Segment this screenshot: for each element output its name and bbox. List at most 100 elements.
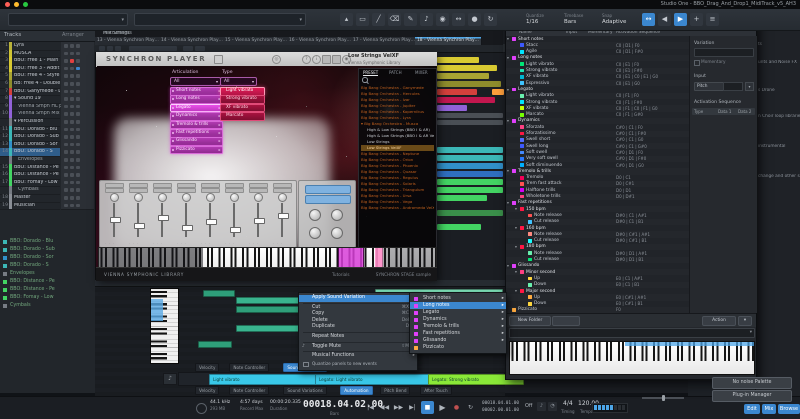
folder-arrow-icon[interactable]: ▾	[515, 269, 517, 274]
submenu-item[interactable]: Dynamics▸	[410, 316, 506, 323]
mixer-strip[interactable]: · · ·	[175, 183, 197, 245]
mini-button[interactable]	[76, 44, 80, 48]
midi-note[interactable]	[203, 290, 235, 297]
performance-icon[interactable]	[196, 403, 207, 414]
type-button[interactable]: Strong vibrato	[220, 95, 265, 104]
sv-keyboard[interactable]	[509, 341, 755, 375]
palette-button[interactable]: No noise Palette	[712, 377, 792, 389]
mini-button[interactable]	[70, 82, 74, 86]
listen-tool-icon[interactable]: ◉	[436, 13, 449, 26]
mini-button[interactable]	[64, 135, 68, 139]
arrangement-clip[interactable]	[437, 195, 487, 201]
menu-checkbox[interactable]	[303, 362, 309, 368]
instrument-tab[interactable]: 18 - Vienna Synchron Player 18	[415, 37, 482, 45]
folder-arrow-icon[interactable]: ▾	[507, 263, 509, 268]
maximize-window-icon[interactable]	[23, 2, 28, 7]
channel-row[interactable]: BBO: Dorado - Sor	[0, 254, 95, 262]
menu-item[interactable]: Apply Sound Variation▸	[299, 295, 417, 302]
help-icon[interactable]: ?	[302, 55, 311, 64]
arrangement-clip[interactable]	[437, 120, 503, 125]
forward-button[interactable]: ▶▶	[392, 401, 405, 414]
channel-row[interactable]: BBO: Dorado - Blu	[0, 238, 95, 246]
fader-handle[interactable]	[278, 213, 289, 219]
lane-tab[interactable]: Sound Variations	[283, 386, 326, 395]
master-knob-1[interactable]	[309, 209, 321, 221]
range-tool-icon[interactable]: ▭	[356, 13, 369, 26]
sound-variation-block[interactable]: Legato: Light vibrato	[315, 374, 431, 385]
mini-button[interactable]	[70, 59, 74, 63]
bend-tool-icon[interactable]: ↔	[452, 13, 465, 26]
punch-status[interactable]: Off	[525, 403, 532, 409]
preroll-icon[interactable]: ◔	[548, 402, 557, 411]
arrangement-clip[interactable]	[437, 163, 503, 169]
mini-button[interactable]	[76, 105, 80, 109]
mini-button[interactable]	[64, 67, 68, 71]
momentary-checkbox[interactable]	[694, 60, 700, 66]
record-button[interactable]: ●	[450, 401, 463, 414]
go-to-end-button[interactable]: ▶|	[406, 401, 419, 414]
editor-ruler[interactable]	[95, 280, 505, 287]
mini-button[interactable]	[64, 82, 68, 86]
mini-button[interactable]	[64, 181, 68, 185]
variation-name-input[interactable]	[694, 48, 754, 57]
view-button-mix[interactable]: Mix	[762, 404, 776, 414]
mixer-strip[interactable]: · · ·	[199, 183, 221, 245]
arrangement-clip[interactable]	[492, 89, 504, 95]
footer-tutorials-link[interactable]: Tutorials	[332, 272, 350, 277]
folder-arrow-icon[interactable]: ▾	[507, 36, 509, 41]
toolbar-dropdown-left[interactable]: ▾	[8, 13, 128, 26]
folder-arrow-icon[interactable]: ▾	[515, 244, 517, 249]
keyswitch-zone[interactable]	[338, 248, 364, 267]
arrangement-clip[interactable]	[437, 171, 503, 177]
mini-button[interactable]	[76, 135, 80, 139]
mini-button[interactable]	[64, 188, 68, 192]
arrangement-clip[interactable]	[437, 57, 479, 63]
lane-tab[interactable]: Velocity	[195, 363, 219, 372]
submenu-item[interactable]: Short notes▸	[410, 295, 506, 302]
plugin-pin-icon[interactable]	[99, 46, 105, 51]
mini-button[interactable]	[70, 181, 74, 185]
mixer-knob[interactable]	[134, 193, 143, 202]
submenu-item[interactable]: Glissando▸	[410, 337, 506, 344]
articulation-button[interactable]: Dynamics▸	[170, 112, 223, 121]
go-to-start-button[interactable]: |◀	[364, 401, 377, 414]
articulation-button[interactable]: Long notes▸	[170, 95, 223, 104]
plugin-bypass-icon[interactable]	[115, 46, 121, 51]
eraser-tool-icon[interactable]: ⌫	[388, 13, 401, 26]
mini-button[interactable]	[64, 90, 68, 94]
arrangement-clip[interactable]	[437, 89, 477, 95]
submenu-item[interactable]: Fast repetitions▸	[410, 330, 506, 337]
channel-row[interactable]: BBO: Dorado - S	[0, 262, 95, 270]
mini-button[interactable]	[76, 204, 80, 208]
pitch-value-input[interactable]	[723, 82, 743, 91]
zoom-slider-handle[interactable]	[662, 395, 665, 401]
folder-arrow-icon[interactable]: ▾	[507, 168, 509, 173]
library-icon[interactable]: ◎	[272, 55, 281, 64]
channel-row[interactable]: Envelopes	[0, 270, 95, 278]
menu-item[interactable]: Musical Functions▸	[299, 353, 417, 360]
mini-button[interactable]	[76, 97, 80, 101]
rewind-button[interactable]: ◀◀	[378, 401, 391, 414]
metronome-icon[interactable]: ♪	[537, 402, 546, 411]
folder-arrow-icon[interactable]: ▾	[515, 288, 517, 293]
mixer-strip[interactable]: · · ·	[103, 183, 125, 245]
mini-button[interactable]	[70, 158, 74, 162]
mini-button[interactable]	[70, 204, 74, 208]
settings-icon[interactable]	[322, 55, 331, 64]
record-icon[interactable]: ●	[468, 13, 481, 26]
plugin-expand-icon[interactable]	[107, 46, 113, 51]
channel-row[interactable]: Cymbals	[0, 302, 95, 310]
arrow-right-icon[interactable]: ▶	[674, 13, 687, 26]
menu-item[interactable]: Quantize panels to new events	[299, 360, 417, 368]
plugin-manager-button[interactable]: Plug-in Manager	[712, 390, 792, 402]
articulation-button[interactable]: Short notes▸	[170, 87, 223, 96]
arrangement-clip[interactable]	[437, 187, 503, 193]
view-button-browse[interactable]: Browse	[778, 404, 800, 414]
zoom-slider[interactable]	[642, 397, 684, 399]
instrument-tab[interactable]: 17 - Vienna Synchron Player 17	[351, 37, 418, 45]
mixer-knob[interactable]	[182, 193, 191, 202]
lane-tab[interactable]: Automation	[340, 386, 372, 395]
type-button[interactable]: Light vibrato	[220, 87, 265, 96]
mute-tool-icon[interactable]: ♪	[420, 13, 433, 26]
lane-tab[interactable]: After Touch	[420, 386, 451, 395]
